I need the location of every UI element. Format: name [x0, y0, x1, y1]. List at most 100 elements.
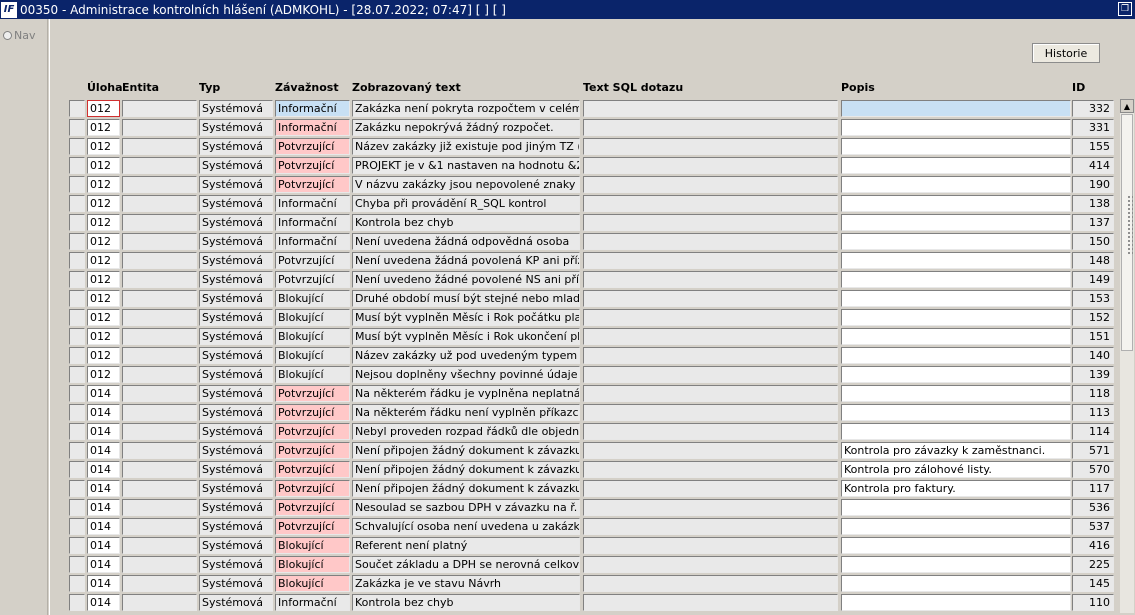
cell-uloha[interactable]: 012 [87, 366, 120, 383]
cell-zavaznost[interactable]: Potvrzující [275, 499, 350, 516]
cell-zavaznost[interactable]: Potvrzující [275, 518, 350, 535]
cell-popis[interactable] [841, 138, 1071, 155]
cell-entita[interactable] [122, 100, 197, 117]
cell-uloha[interactable]: 014 [87, 556, 120, 573]
cell-typ[interactable]: Systémová [199, 271, 273, 288]
cell-sql[interactable] [583, 518, 838, 535]
cell-uloha[interactable]: 014 [87, 461, 120, 478]
cell-sql[interactable] [583, 499, 838, 516]
cell-uloha[interactable]: 014 [87, 594, 120, 611]
cell-zobrazovany-text[interactable]: Zakázku nepokrývá žádný rozpočet. [352, 119, 580, 136]
cell-zobrazovany-text[interactable]: Schvalující osoba není uvedena u zakázky… [352, 518, 580, 535]
cell-entita[interactable] [122, 252, 197, 269]
cell-id[interactable]: 536 [1072, 499, 1114, 516]
cell-zobrazovany-text[interactable]: Nejsou doplněny všechny povinné údaje [352, 366, 580, 383]
cell-entita[interactable] [122, 347, 197, 364]
cell-sql[interactable] [583, 309, 838, 326]
table-row[interactable]: 012 Systémová Potvrzující Není uvedena žádn… [50, 251, 1120, 270]
cell-zobrazovany-text[interactable]: Není uvedena žádná odpovědná osoba [352, 233, 580, 250]
table-row[interactable]: 014 Systémová Potvrzující Na některém řádku… [50, 384, 1120, 403]
cell-entita[interactable] [122, 594, 197, 611]
cell-typ[interactable]: Systémová [199, 214, 273, 231]
cell-id[interactable]: 140 [1072, 347, 1114, 364]
cell-uloha[interactable]: 012 [87, 252, 120, 269]
cell-typ[interactable]: Systémová [199, 157, 273, 174]
cell-typ[interactable]: Systémová [199, 461, 273, 478]
table-row[interactable]: 012 Systémová Informační Zakázka není pokry… [50, 99, 1120, 118]
cell-id[interactable]: 113 [1072, 404, 1114, 421]
row-selector[interactable] [69, 366, 85, 383]
restore-icon[interactable]: ❐ [1118, 2, 1132, 16]
cell-popis[interactable] [841, 594, 1071, 611]
cell-sql[interactable] [583, 252, 838, 269]
cell-sql[interactable] [583, 537, 838, 554]
table-row[interactable]: 012 Systémová Informační Není uvedena žádná… [50, 232, 1120, 251]
table-row[interactable]: 014 Systémová Potvrzující Není připojen žád… [50, 460, 1120, 479]
cell-typ[interactable]: Systémová [199, 518, 273, 535]
cell-id[interactable]: 571 [1072, 442, 1114, 459]
cell-typ[interactable]: Systémová [199, 100, 273, 117]
cell-popis[interactable] [841, 347, 1071, 364]
cell-id[interactable]: 118 [1072, 385, 1114, 402]
cell-popis[interactable] [841, 195, 1071, 212]
cell-zobrazovany-text[interactable]: Kontrola bez chyb [352, 214, 580, 231]
table-row[interactable]: 012 Systémová Informační Chyba při prováděn… [50, 194, 1120, 213]
cell-id[interactable]: 570 [1072, 461, 1114, 478]
cell-popis[interactable] [841, 328, 1071, 345]
cell-zavaznost[interactable]: Potvrzující [275, 480, 350, 497]
cell-popis[interactable]: Kontrola pro faktury. [841, 480, 1071, 497]
cell-zavaznost[interactable]: Blokující [275, 347, 350, 364]
cell-typ[interactable]: Systémová [199, 385, 273, 402]
cell-uloha[interactable]: 014 [87, 518, 120, 535]
row-selector[interactable] [69, 537, 85, 554]
cell-id[interactable]: 537 [1072, 518, 1114, 535]
cell-sql[interactable] [583, 195, 838, 212]
cell-zavaznost[interactable]: Informační [275, 214, 350, 231]
cell-sql[interactable] [583, 157, 838, 174]
cell-typ[interactable]: Systémová [199, 290, 273, 307]
cell-typ[interactable]: Systémová [199, 347, 273, 364]
cell-typ[interactable]: Systémová [199, 594, 273, 611]
cell-zavaznost[interactable]: Potvrzující [275, 176, 350, 193]
cell-popis[interactable] [841, 404, 1071, 421]
row-selector[interactable] [69, 195, 85, 212]
table-row[interactable]: 014 Systémová Potvrzující Nebyl proveden ro… [50, 422, 1120, 441]
cell-entita[interactable] [122, 518, 197, 535]
table-row[interactable]: 012 Systémová Blokující Druhé období musí b… [50, 289, 1120, 308]
cell-entita[interactable] [122, 575, 197, 592]
table-row[interactable]: 014 Systémová Potvrzující Nesoulad se sazbo… [50, 498, 1120, 517]
cell-zobrazovany-text[interactable]: Druhé období musí být stejné nebo mladší… [352, 290, 580, 307]
cell-uloha[interactable]: 012 [87, 290, 120, 307]
cell-entita[interactable] [122, 404, 197, 421]
cell-sql[interactable] [583, 233, 838, 250]
cell-entita[interactable] [122, 195, 197, 212]
cell-typ[interactable]: Systémová [199, 328, 273, 345]
cell-popis[interactable] [841, 385, 1071, 402]
cell-uloha[interactable]: 014 [87, 499, 120, 516]
cell-sql[interactable] [583, 556, 838, 573]
cell-id[interactable]: 149 [1072, 271, 1114, 288]
cell-zobrazovany-text[interactable]: Není připojen žádný dokument k závazku a… [352, 461, 580, 478]
cell-zavaznost[interactable]: Potvrzující [275, 271, 350, 288]
cell-uloha[interactable]: 012 [87, 119, 120, 136]
cell-id[interactable]: 155 [1072, 138, 1114, 155]
cell-popis[interactable] [841, 233, 1071, 250]
cell-id[interactable]: 145 [1072, 575, 1114, 592]
cell-uloha[interactable]: 014 [87, 385, 120, 402]
cell-zavaznost[interactable]: Informační [275, 100, 350, 117]
cell-id[interactable]: 110 [1072, 594, 1114, 611]
row-selector[interactable] [69, 594, 85, 611]
cell-sql[interactable] [583, 176, 838, 193]
row-selector[interactable] [69, 271, 85, 288]
row-selector[interactable] [69, 404, 85, 421]
cell-zobrazovany-text[interactable]: Referent není platný [352, 537, 580, 554]
cell-uloha[interactable]: 012 [87, 195, 120, 212]
row-selector[interactable] [69, 480, 85, 497]
table-row[interactable]: 012 Systémová Informační Zakázku nepokrývá … [50, 118, 1120, 137]
cell-popis[interactable] [841, 537, 1071, 554]
cell-entita[interactable] [122, 271, 197, 288]
cell-zavaznost[interactable]: Potvrzující [275, 442, 350, 459]
cell-popis[interactable] [841, 157, 1071, 174]
cell-zavaznost[interactable]: Informační [275, 195, 350, 212]
cell-sql[interactable] [583, 347, 838, 364]
